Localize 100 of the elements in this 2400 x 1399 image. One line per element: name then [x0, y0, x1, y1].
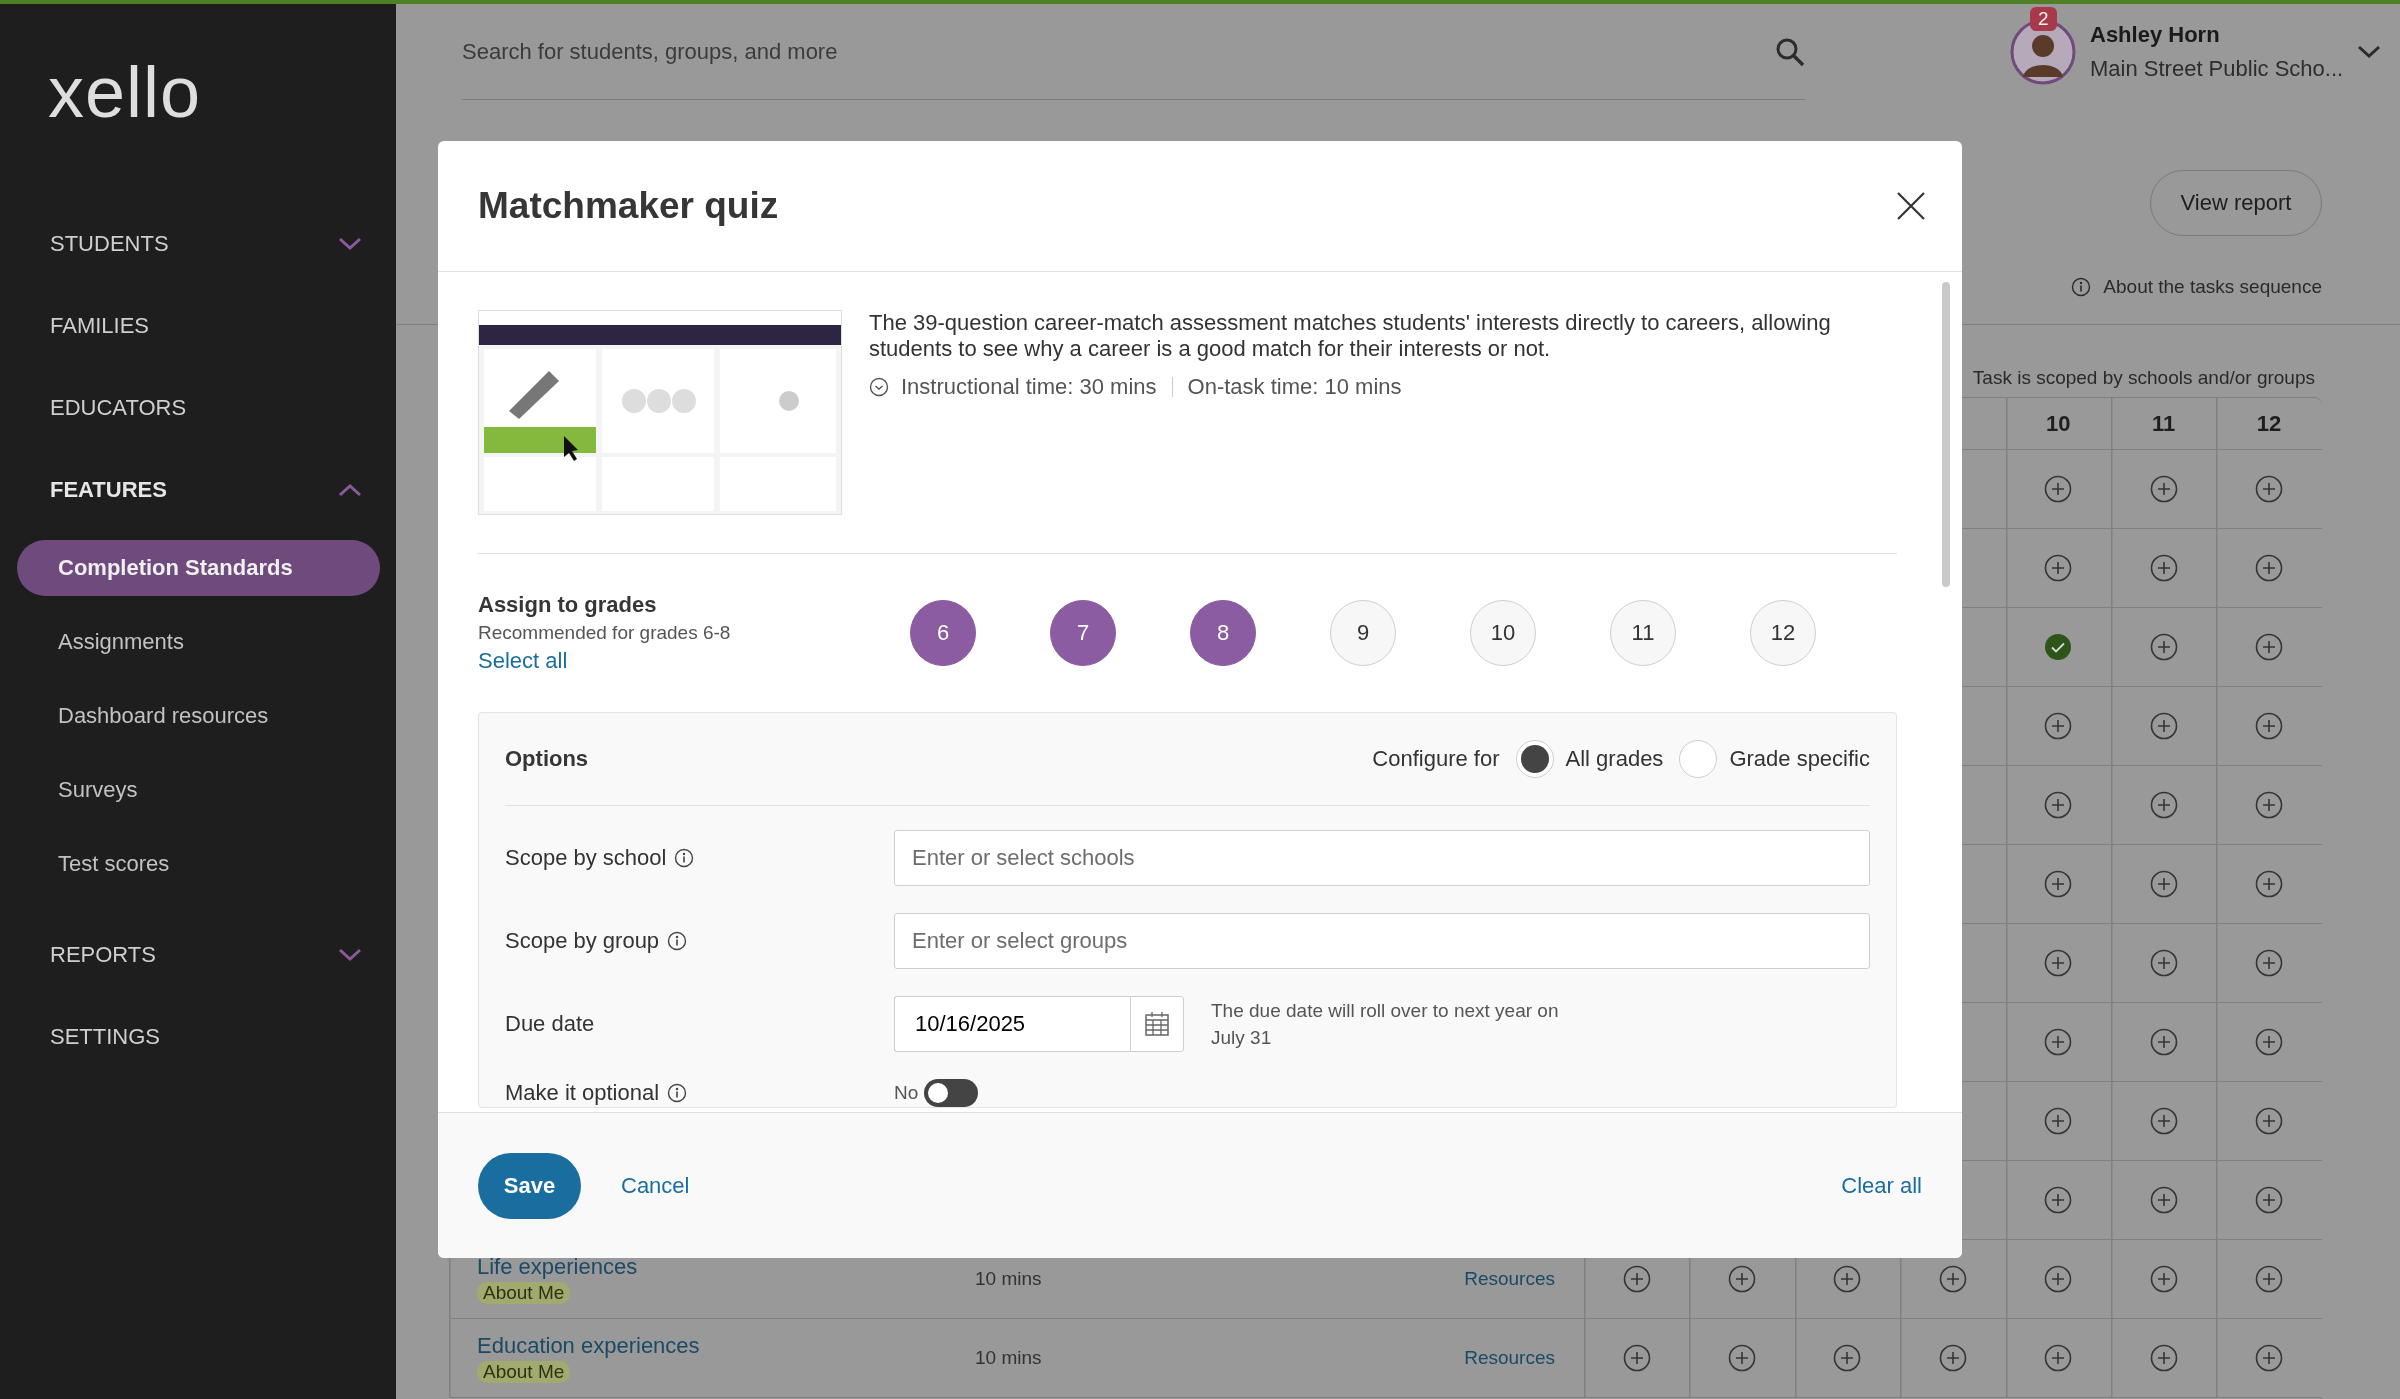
logo[interactable]: xello	[48, 56, 202, 128]
scope-note: Task is scoped by schools and/or groups	[1972, 367, 2315, 389]
about-link[interactable]: About the tasks sequence	[2071, 276, 2322, 298]
input-field[interactable]: Enter or select groups	[894, 913, 1870, 969]
add-icon[interactable]	[2044, 475, 2073, 503]
grade-button[interactable]: 8	[1190, 600, 1256, 666]
toggle-label: No	[894, 1082, 919, 1104]
add-icon[interactable]	[2149, 949, 2178, 977]
grade-button[interactable]: 6	[910, 600, 976, 666]
add-icon[interactable]	[2044, 870, 2073, 898]
column-header: 12	[2256, 410, 2282, 437]
description-text: The 39-question career-match assessment matches students' interests directly to careers, allowing students to see why a career is a good match for their interests or not.	[869, 310, 1832, 362]
section-heading: Assign to grades	[478, 592, 658, 618]
add-icon[interactable]	[2149, 791, 2178, 819]
select-all-link[interactable]: Select all	[478, 648, 568, 674]
input-field[interactable]: Enter or select schools	[894, 830, 1870, 886]
add-icon[interactable]	[1938, 1344, 1967, 1372]
cancel-link[interactable]: Cancel	[621, 1172, 690, 1199]
grade-button[interactable]: 10	[1470, 600, 1536, 666]
nav-item[interactable]: Surveys	[17, 762, 380, 818]
add-icon[interactable]	[2255, 870, 2284, 898]
grade-button[interactable]: 12	[1750, 600, 1816, 666]
calendar-button[interactable]	[1130, 996, 1184, 1052]
add-icon[interactable]	[2044, 1107, 2073, 1135]
add-icon[interactable]	[2255, 791, 2284, 819]
add-icon[interactable]	[2149, 1344, 2178, 1372]
add-icon[interactable]	[2044, 1344, 2073, 1372]
nav-item[interactable]: Test scores	[17, 836, 380, 892]
search-field[interactable]: Search for students, groups, and more	[462, 38, 1775, 65]
add-icon[interactable]	[2044, 1028, 2073, 1056]
add-icon[interactable]	[2149, 475, 2178, 503]
add-icon[interactable]	[2149, 870, 2178, 898]
nav-item[interactable]: EDUCATORS	[0, 367, 396, 449]
scrollbar[interactable]	[1942, 282, 1950, 587]
add-icon[interactable]	[1833, 1344, 1862, 1372]
tag: About Me	[477, 1361, 571, 1383]
field-label: Scope by group	[505, 928, 660, 954]
add-icon[interactable]	[2044, 1265, 2073, 1293]
grade-button[interactable]: 9	[1330, 600, 1396, 666]
add-icon[interactable]	[1833, 1265, 1862, 1293]
hint-text: Recommended for grades 6-8	[478, 622, 732, 644]
nav-item[interactable]: Assignments	[17, 614, 380, 670]
add-icon[interactable]	[2044, 554, 2073, 582]
column-header: 11	[2152, 410, 2176, 437]
nav-item[interactable]: Dashboard resources	[17, 688, 380, 744]
add-icon[interactable]	[2255, 1186, 2284, 1214]
add-icon[interactable]	[1728, 1265, 1757, 1293]
add-icon[interactable]	[2255, 1028, 2284, 1056]
tag: About Me	[477, 1282, 571, 1304]
radio-label[interactable]: All grades	[1565, 746, 1664, 772]
time-text: On-task time: 10 mins	[1187, 374, 1402, 400]
notification-badge: 2	[2030, 7, 2057, 31]
field-label: Configure for	[1372, 746, 1500, 772]
add-icon[interactable]	[1622, 1344, 1651, 1372]
nav-item[interactable]: REPORTS	[0, 914, 396, 996]
add-icon[interactable]	[2149, 633, 2178, 661]
add-icon[interactable]	[1938, 1265, 1967, 1293]
add-icon[interactable]	[2255, 712, 2284, 740]
radio-button[interactable]	[1679, 740, 1718, 778]
add-icon[interactable]	[2255, 1265, 2284, 1293]
add-icon[interactable]	[1728, 1344, 1757, 1372]
check-circle-icon[interactable]	[2044, 633, 2073, 661]
calendar-icon	[1144, 1011, 1170, 1037]
nav-item[interactable]: SETTINGS	[0, 996, 396, 1078]
duration-text: 10 mins	[975, 1268, 1042, 1290]
add-icon[interactable]	[2255, 633, 2284, 661]
search-icon[interactable]	[1775, 36, 1805, 67]
add-icon[interactable]	[2255, 949, 2284, 977]
add-icon[interactable]	[1622, 1265, 1651, 1293]
user-name: Ashley Horn	[2090, 22, 2221, 48]
info-icon	[2071, 277, 2092, 297]
add-icon[interactable]	[2255, 475, 2284, 503]
nav-item[interactable]: STUDENTS	[0, 203, 396, 285]
add-icon[interactable]	[2149, 1186, 2178, 1214]
add-icon[interactable]	[2149, 554, 2178, 582]
nav-item[interactable]: Completion Standards	[17, 540, 380, 596]
grade-button[interactable]: 7	[1050, 600, 1116, 666]
save-button[interactable]: Save	[478, 1152, 581, 1219]
add-icon[interactable]	[2149, 1028, 2178, 1056]
toggle-switch[interactable]	[924, 1079, 979, 1107]
date-field[interactable]: 10/16/2025	[894, 996, 1130, 1052]
add-icon[interactable]	[2255, 554, 2284, 582]
add-icon[interactable]	[2044, 791, 2073, 819]
add-icon[interactable]	[2149, 712, 2178, 740]
add-icon[interactable]	[2044, 712, 2073, 740]
add-icon[interactable]	[2255, 1107, 2284, 1135]
add-icon[interactable]	[2149, 1107, 2178, 1135]
field-label: Due date	[505, 1011, 595, 1037]
clear-all-link[interactable]: Clear all	[1841, 1172, 1922, 1199]
add-icon[interactable]	[2044, 949, 2073, 977]
add-icon[interactable]	[2255, 1344, 2284, 1372]
grade-button[interactable]: 11	[1610, 600, 1676, 666]
nav-item[interactable]: FEATURES	[0, 449, 396, 531]
nav-item[interactable]: FAMILIES	[0, 285, 396, 367]
add-icon[interactable]	[2149, 1265, 2178, 1293]
radio-button[interactable]	[1515, 740, 1554, 778]
time-text: Instructional time: 30 mins	[901, 374, 1157, 400]
add-icon[interactable]	[2044, 1186, 2073, 1214]
radio-label[interactable]: Grade specific	[1729, 746, 1870, 772]
close-button[interactable]	[1896, 191, 1926, 221]
